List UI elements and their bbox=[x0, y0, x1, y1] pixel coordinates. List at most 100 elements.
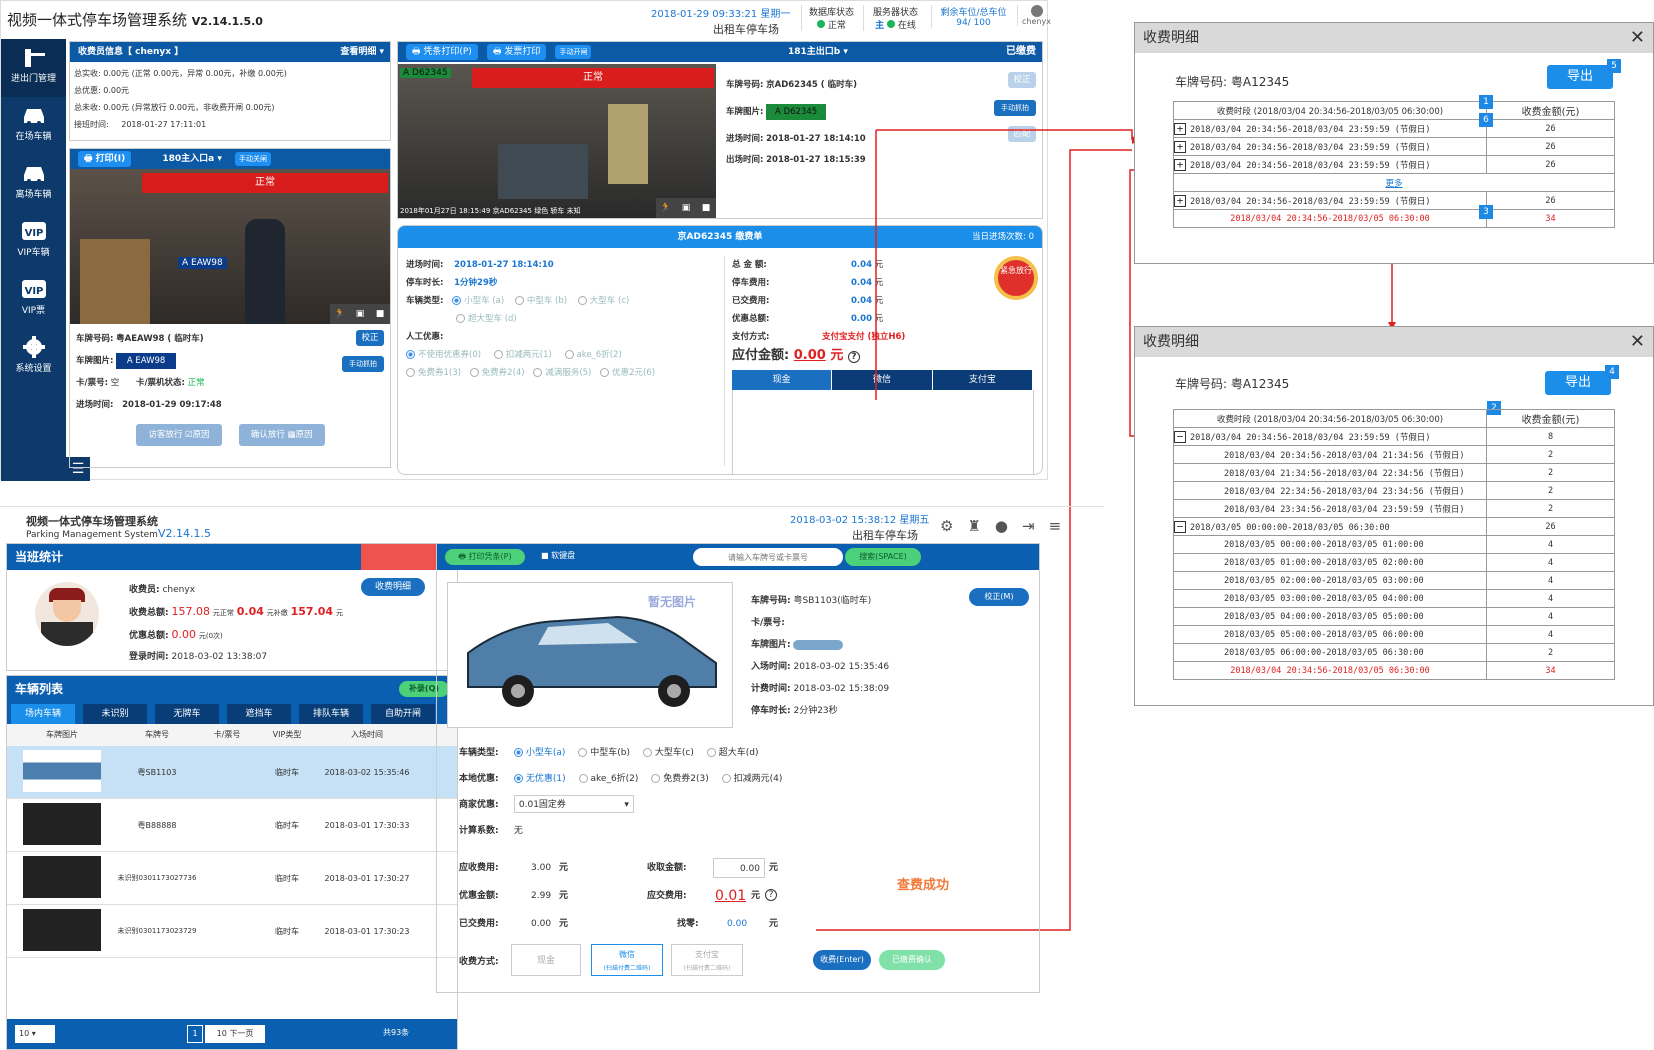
fee-detail-1-export-button[interactable]: 导出 bbox=[1547, 65, 1613, 89]
received-amount-input[interactable]: 0.00 bbox=[713, 858, 765, 878]
fee-detail-2-export-button[interactable]: 导出 bbox=[1545, 371, 1611, 395]
tab-blocked[interactable]: 遮挡车 bbox=[227, 704, 291, 724]
vehicle-thumbnail bbox=[23, 909, 101, 951]
table-row[interactable]: 未识别0301173023729 临时车 2018-03-01 17:30:23 bbox=[7, 905, 457, 958]
search-input[interactable] bbox=[693, 548, 843, 566]
pay-cash-button[interactable]: 现金 bbox=[511, 944, 581, 976]
fee-sub-period: 2018/03/05 01:00:00-2018/03/05 02:00:00 bbox=[1173, 553, 1487, 572]
paid-confirm-button[interactable]: 已缴费确认 bbox=[879, 950, 945, 970]
shift-supp-value: 157.04 bbox=[290, 605, 334, 618]
fee-period: 2018/03/04 20:34:56-2018/03/04 23:59:59 … bbox=[1190, 124, 1431, 135]
tab-self-open[interactable]: 自助开闸 bbox=[371, 704, 435, 724]
table-row[interactable]: 粤SB1103 临时车 2018-03-02 15:35:46 bbox=[7, 746, 457, 799]
user-icon[interactable]: ● bbox=[995, 517, 1008, 535]
page-current[interactable]: 1 bbox=[187, 1025, 203, 1043]
row-plate: 粤SB1103 bbox=[137, 767, 177, 777]
row-time: 2018-03-01 17:30:23 bbox=[324, 926, 410, 936]
expand-icon[interactable]: + bbox=[1174, 122, 1186, 135]
vehicle-list-panel: 车辆列表 补录(Q) 场内车辆 未识别 无牌车 遮挡车 排队车辆 自助开闸 车牌… bbox=[6, 675, 458, 1050]
fee-group-row[interactable]: −2018/03/05 00:00:00-2018/03/05 06:30:00 bbox=[1173, 517, 1487, 536]
local-discount-ake[interactable]: ake_6折(2) bbox=[578, 774, 638, 784]
table-row[interactable]: 粤B88888 临时车 2018-03-01 17:30:33 bbox=[7, 799, 457, 852]
help-icon[interactable]: ? bbox=[765, 889, 777, 901]
exit-vehicle-type-xl[interactable]: 超大车(d) bbox=[706, 748, 759, 758]
fee-detail-dialog-2: 收费明细 ✕ 车牌号码: 粤A12345 导出 4 2 收费时段 (2018/0… bbox=[1134, 326, 1654, 706]
page-next[interactable]: 10 下一页 bbox=[205, 1025, 265, 1043]
exit-vehicle-type-large[interactable]: 大型车(c) bbox=[642, 748, 694, 758]
bottom-app-subtitle: Parking Management SystemV2.14.1.5 bbox=[26, 527, 211, 540]
collapse-icon[interactable]: − bbox=[1174, 520, 1186, 533]
logout-icon[interactable]: ⇥ bbox=[1022, 517, 1035, 535]
pay-alipay-button[interactable]: 支付宝 (扫描付费二维码) bbox=[671, 944, 743, 976]
fee-total-amount: 34 bbox=[1486, 661, 1615, 680]
yuan-unit: 元 bbox=[559, 891, 569, 901]
badge-5: 5 bbox=[1607, 59, 1621, 73]
shift-login-label: 登录时间: bbox=[129, 652, 169, 662]
badge-6: 6 bbox=[1479, 113, 1493, 127]
tab-in-lot[interactable]: 场内车辆 bbox=[11, 704, 75, 724]
pay-wechat-button[interactable]: 微信 (扫描付费二维码) bbox=[591, 944, 663, 976]
tab-no-plate[interactable]: 无牌车 bbox=[155, 704, 219, 724]
fee-amount: 26 bbox=[1486, 517, 1615, 536]
yuan-unit: 元 bbox=[769, 919, 779, 929]
exit-pay-merchant-label: 商家优惠: bbox=[459, 800, 499, 810]
fee-amount: 2 bbox=[1486, 463, 1615, 482]
exit-vehicle-type-medium[interactable]: 中型车(b) bbox=[578, 748, 630, 758]
local-discount-free[interactable]: 免费券2(3) bbox=[651, 774, 709, 784]
fee-detail-2-table: 收费时段 (2018/03/04 20:34:56-2018/03/05 06:… bbox=[1173, 409, 1615, 680]
merchant-discount-select[interactable]: 0.01固定券 ▾ bbox=[513, 795, 634, 813]
yuan-unit: 元 bbox=[559, 919, 569, 929]
fee-amount: 4 bbox=[1486, 535, 1615, 554]
shift-header: 当班统计 bbox=[7, 544, 457, 570]
page-size-select[interactable]: 10 ▾ bbox=[15, 1025, 55, 1043]
shirt-icon[interactable]: ♜ bbox=[967, 517, 980, 535]
fee-detail-1-row[interactable]: +2018/03/04 20:34:56-2018/03/04 23:59:59… bbox=[1173, 137, 1487, 156]
search-button[interactable]: 搜索(SPACE) bbox=[845, 548, 921, 566]
table-row[interactable]: 未识别0301173027736 临时车 2018-03-01 17:30:27 bbox=[7, 852, 457, 905]
fee-group-row[interactable]: −2018/03/04 20:34:56-2018/03/04 23:59:59… bbox=[1173, 427, 1487, 446]
exit-pay-card-label: 卡/票号: bbox=[751, 618, 785, 628]
fee-detail-1-row[interactable]: +2018/03/04 20:34:56-2018/03/04 23:59:59… bbox=[1173, 155, 1487, 174]
bottom-app-subtitle-text: Parking Management System bbox=[26, 530, 158, 540]
gear-icon[interactable]: ⚙ bbox=[940, 517, 953, 535]
close-icon[interactable]: ✕ bbox=[1630, 23, 1645, 53]
correct-button[interactable]: 校正(M) bbox=[969, 588, 1029, 606]
exit-pay-calc-value: 2018-03-02 15:38:09 bbox=[793, 684, 890, 694]
charge-button[interactable]: 收费(Enter) bbox=[813, 950, 871, 970]
soft-keyboard-label: 软键盘 bbox=[551, 551, 576, 560]
badge-1: 1 bbox=[1479, 95, 1493, 109]
tab-unrecognized[interactable]: 未识别 bbox=[83, 704, 147, 724]
print-receipt-button[interactable]: 🖶 打印凭条(P) bbox=[445, 549, 525, 565]
expand-icon[interactable]: + bbox=[1174, 140, 1186, 153]
exit-paid-value: 0.00 bbox=[531, 919, 552, 929]
tab-queue[interactable]: 排队车辆 bbox=[299, 704, 363, 724]
row-time: 2018-03-01 17:30:27 bbox=[324, 873, 410, 883]
expand-icon[interactable]: + bbox=[1174, 158, 1186, 171]
exit-change-label: 找零: bbox=[677, 919, 699, 929]
expand-icon[interactable]: + bbox=[1174, 194, 1186, 207]
shift-discount-unit: 元(0次) bbox=[198, 632, 223, 640]
fee-detail-1-row[interactable]: +2018/03/04 20:34:56-2018/03/04 23:59:59… bbox=[1173, 191, 1487, 210]
local-discount-minus2[interactable]: 扣减两元(4) bbox=[721, 774, 782, 784]
plate-thumbnail bbox=[793, 639, 844, 650]
local-discount-none[interactable]: 无优惠(1) bbox=[513, 774, 566, 784]
fee-detail-1-row[interactable]: +2018/03/04 20:34:56-2018/03/04 23:59:59… bbox=[1173, 119, 1487, 138]
exit-pay-coef-label: 计算系数: bbox=[459, 826, 499, 836]
fee-sub-period: 2018/03/05 00:00:00-2018/03/05 01:00:00 bbox=[1173, 535, 1487, 554]
yuan-unit: 元 bbox=[769, 863, 779, 873]
pay-method-label: 收费方式: bbox=[459, 957, 499, 967]
exit-due-fee-label: 应收费用: bbox=[459, 863, 499, 873]
exit-vehicle-type-small[interactable]: 小型车(a) bbox=[513, 748, 565, 758]
menu-icon[interactable]: ≡ bbox=[1049, 517, 1062, 535]
soft-keyboard-toggle[interactable]: ■ 软键盘 bbox=[541, 550, 575, 561]
collapse-icon[interactable]: − bbox=[1174, 430, 1186, 443]
exit-pay-local-discount-label: 本地优惠: bbox=[459, 774, 499, 784]
fee-period: 2018/03/05 00:00:00-2018/03/05 06:30:00 bbox=[1190, 522, 1390, 533]
close-icon[interactable]: ✕ bbox=[1630, 327, 1645, 357]
more-link[interactable]: 更多 bbox=[1173, 173, 1615, 192]
radio-icon bbox=[513, 748, 523, 757]
shift-detail-button[interactable]: 收费明细 bbox=[361, 578, 425, 596]
vehicle-image: 暂无图片 bbox=[447, 582, 733, 728]
exit-vehicle-type-label: 大型车(c) bbox=[654, 748, 694, 758]
fee-amount: 26 bbox=[1486, 191, 1615, 210]
